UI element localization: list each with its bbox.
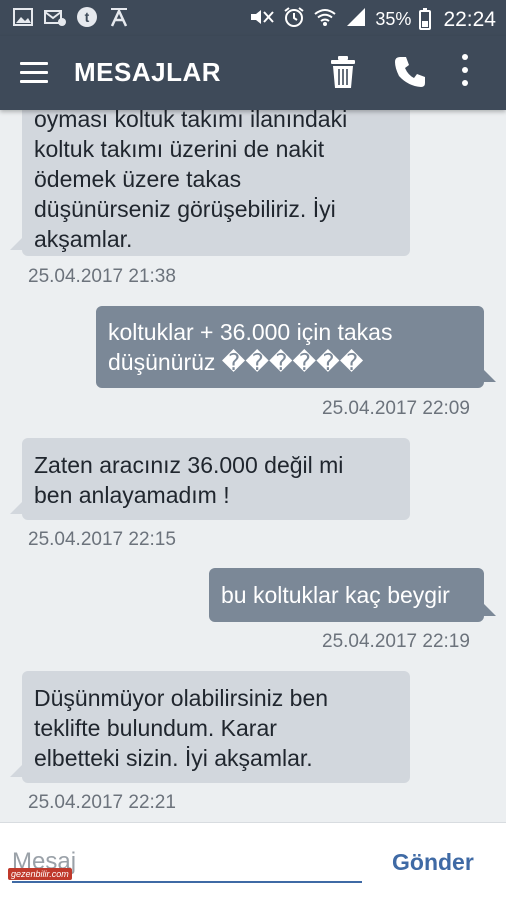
message-timestamp: 25.04.2017 22:19	[322, 631, 470, 652]
signal-icon	[345, 7, 367, 32]
message-line: akşamlar.	[34, 226, 133, 252]
message-bubble[interactable]: bu koltuklar kaç beygir	[209, 568, 496, 622]
message-timestamp: 25.04.2017 22:09	[322, 398, 470, 419]
status-bar: t 35% 22:24	[0, 0, 506, 36]
svg-text:t: t	[85, 9, 90, 25]
battery-icon	[419, 7, 432, 30]
message-bubble[interactable]: Zaten aracınız 36.000 değil mi ben anlay…	[10, 438, 410, 520]
message-timestamp: 25.04.2017 22:21	[28, 792, 176, 813]
message-line: oyması koltuk takımı ilanındaki	[34, 110, 348, 132]
message-line: düşünürseniz görüşebiliriz. İyi	[34, 196, 336, 222]
tumblr-icon: t	[76, 6, 98, 28]
page-title: MESAJLAR	[74, 57, 222, 87]
message-timestamp: 25.04.2017 22:15	[28, 529, 176, 550]
message-line: Düşünmüyor olabilirsiniz ben	[34, 685, 329, 711]
message-line: bu koltuklar kaç beygir	[221, 582, 450, 608]
alarm-icon	[283, 6, 305, 33]
message-bubble[interactable]: Düşünmüyor olabilirsiniz ben teklifte bu…	[10, 671, 410, 783]
app-bar: MESAJLAR	[0, 36, 506, 110]
more-icon[interactable]	[457, 54, 473, 92]
message-line: teklifte bulundum. Karar	[34, 715, 277, 741]
mail-icon	[44, 6, 66, 28]
message-line: koltuklar + 36.000 için takas	[108, 319, 393, 345]
message-line: ben anlayamadım !	[34, 482, 230, 508]
wifi-icon	[313, 7, 337, 32]
message-line: düşünürüz ������	[108, 349, 364, 375]
message-line: koltuk takımı üzerini de nakit	[34, 136, 325, 162]
message-bubble[interactable]: koltuklar + 36.000 için takas düşünürüz …	[96, 306, 496, 388]
message-thread[interactable]: oyması koltuk takımı ilanındaki koltuk t…	[0, 110, 506, 822]
battery-percent: 35%	[375, 9, 412, 29]
message-line: Zaten aracınız 36.000 değil mi	[34, 452, 344, 478]
compose-bar: Gönder	[0, 822, 506, 901]
mute-icon	[249, 7, 275, 32]
image-icon	[12, 6, 34, 28]
call-icon[interactable]	[392, 54, 428, 90]
menu-icon[interactable]	[20, 62, 48, 84]
clock: 22:24	[443, 7, 496, 31]
watermark: gezenbilir.com	[8, 868, 72, 880]
delete-icon[interactable]	[328, 54, 358, 90]
message-line: elbetteki sizin. İyi akşamlar.	[34, 745, 313, 771]
message-timestamp: 25.04.2017 21:38	[28, 266, 176, 287]
a-icon	[108, 6, 130, 28]
message-line: ödemek üzere takas	[34, 166, 242, 192]
message-bubble[interactable]: oyması koltuk takımı ilanındaki koltuk t…	[10, 110, 410, 256]
send-button[interactable]: Gönder	[392, 849, 474, 876]
